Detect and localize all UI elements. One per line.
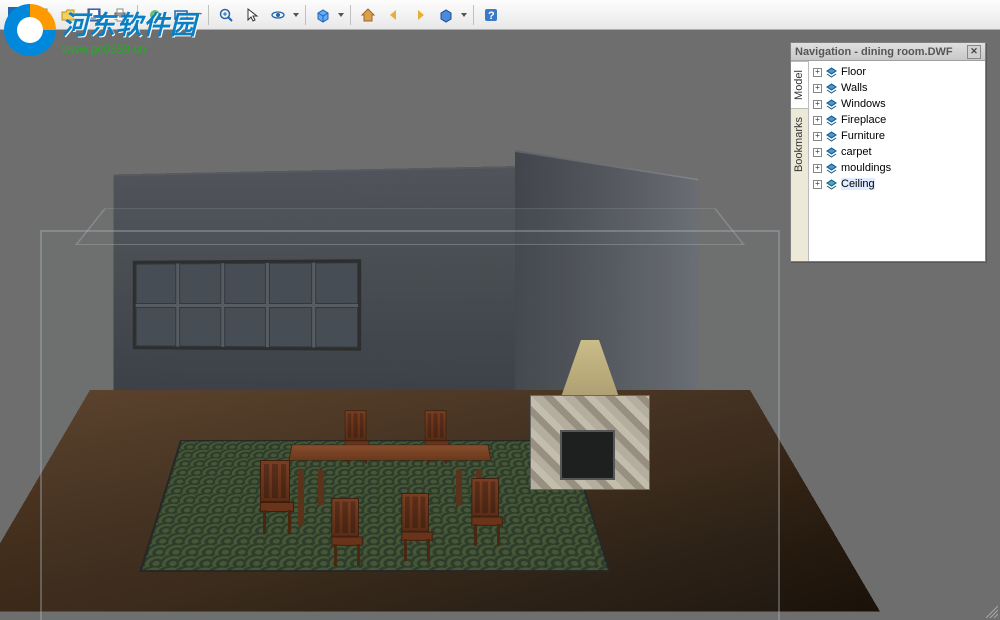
box-icon[interactable] [311, 3, 335, 27]
expand-icon[interactable]: + [813, 148, 822, 157]
tree-item-furniture[interactable]: + Furniture [811, 128, 983, 144]
tree-item-ceiling[interactable]: + Ceiling [811, 176, 983, 192]
tree-item-floor[interactable]: + Floor [811, 64, 983, 80]
navigation-title: Navigation - dining room.DWF [795, 46, 953, 58]
select-icon[interactable] [143, 3, 167, 27]
tree-item-label: Windows [841, 98, 886, 110]
tree-item-windows[interactable]: + Windows [811, 96, 983, 112]
layer-icon [825, 114, 838, 127]
layer-icon [825, 82, 838, 95]
tree-item-carpet[interactable]: + carpet [811, 144, 983, 160]
open-icon[interactable] [56, 3, 80, 27]
svg-text:?: ? [488, 10, 495, 22]
tree-item-label: Walls [841, 82, 867, 94]
model-dropdown[interactable] [460, 13, 468, 17]
expand-icon[interactable]: + [813, 68, 822, 77]
toolbar-separator [305, 5, 306, 25]
expand-icon[interactable]: + [813, 180, 822, 189]
toolbar-separator [473, 5, 474, 25]
zoom-icon[interactable] [214, 3, 238, 27]
navigation-panel: Navigation - dining room.DWF ✕ Model Boo… [790, 42, 986, 262]
expand-icon[interactable]: + [813, 132, 822, 141]
tab-bookmarks[interactable]: Bookmarks [791, 108, 808, 180]
room-outline [40, 230, 780, 620]
layer-icon [825, 98, 838, 111]
model-tree: + Floor + Walls + Windows + Fireplace + Furniture… [809, 61, 985, 261]
model-icon[interactable] [434, 3, 458, 27]
orbit-dropdown[interactable] [292, 13, 300, 17]
expand-icon[interactable]: + [813, 116, 822, 125]
forward-icon[interactable] [408, 3, 432, 27]
new-icon[interactable] [30, 3, 54, 27]
toolbar-separator [350, 5, 351, 25]
tree-item-fireplace[interactable]: + Fireplace [811, 112, 983, 128]
pointer-icon[interactable] [240, 3, 264, 27]
tree-item-label: Furniture [841, 130, 885, 142]
tree-item-label: Ceiling [841, 178, 875, 190]
layer-icon [825, 162, 838, 175]
tree-item-label: mouldings [841, 162, 891, 174]
tree-item-label: Floor [841, 66, 866, 78]
tree-item-label: Fireplace [841, 114, 886, 126]
expand-icon[interactable]: + [813, 84, 822, 93]
layer-icon [825, 178, 838, 191]
save-icon[interactable] [82, 3, 106, 27]
pan-dropdown[interactable] [195, 13, 203, 17]
print-icon[interactable] [108, 3, 132, 27]
back-icon[interactable] [382, 3, 406, 27]
home-icon[interactable] [356, 3, 380, 27]
tree-item-mouldings[interactable]: + mouldings [811, 160, 983, 176]
tree-item-label: carpet [841, 146, 872, 158]
toolbar-separator [137, 5, 138, 25]
layer-icon [825, 146, 838, 159]
box-dropdown[interactable] [337, 13, 345, 17]
svg-text:a: a [12, 8, 20, 23]
layer-icon [825, 66, 838, 79]
navigation-title-bar[interactable]: Navigation - dining room.DWF ✕ [791, 43, 985, 61]
orbit-icon[interactable] [266, 3, 290, 27]
close-icon[interactable]: ✕ [967, 45, 981, 59]
pan-icon[interactable] [169, 3, 193, 27]
expand-icon[interactable]: + [813, 164, 822, 173]
navigation-tabs: Model Bookmarks [791, 61, 809, 261]
layer-icon [825, 130, 838, 143]
resize-handle-icon[interactable] [984, 604, 998, 618]
app-logo: a [4, 3, 28, 27]
tree-item-walls[interactable]: + Walls [811, 80, 983, 96]
tab-model[interactable]: Model [791, 61, 808, 108]
help-icon[interactable]: ? [479, 3, 503, 27]
toolbar-separator [208, 5, 209, 25]
main-toolbar: a ? [0, 0, 1000, 30]
room-model [20, 110, 800, 610]
expand-icon[interactable]: + [813, 100, 822, 109]
